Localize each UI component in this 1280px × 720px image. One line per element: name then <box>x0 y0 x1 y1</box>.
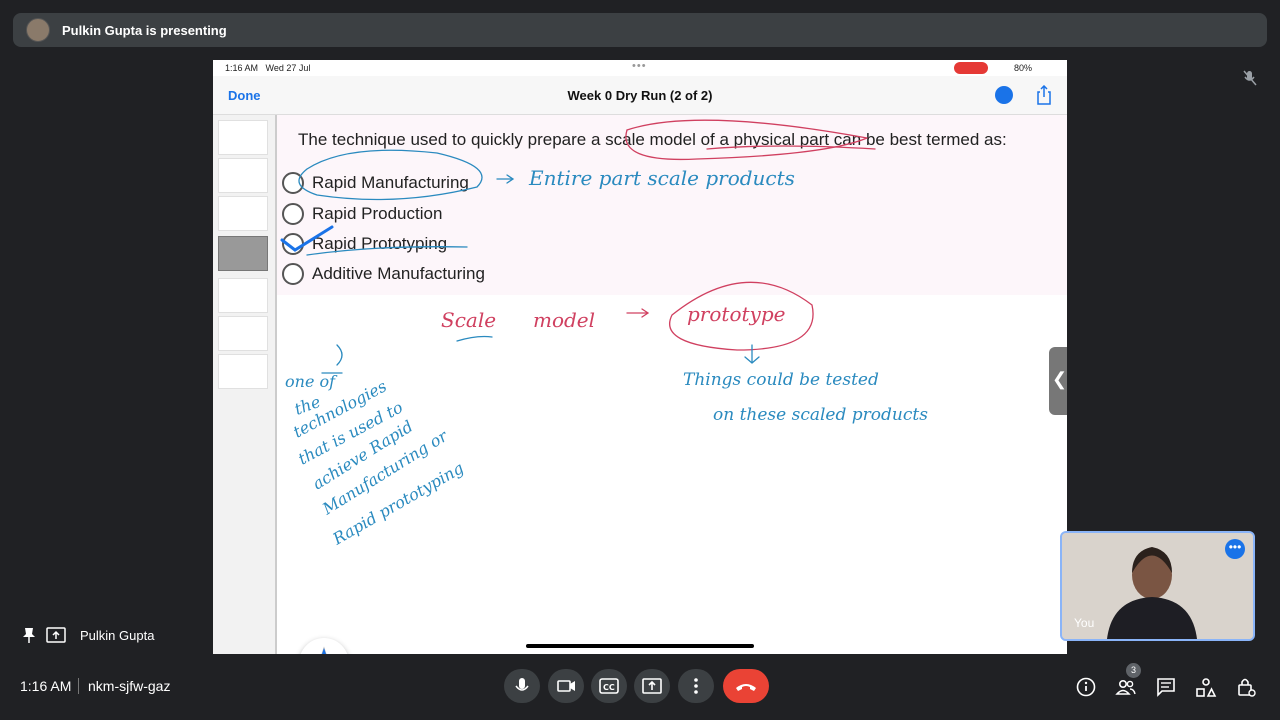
chat-icon[interactable] <box>1155 676 1177 698</box>
pencil-tool-button[interactable] <box>299 638 349 654</box>
presenter-name: Pulkin Gupta <box>80 627 155 643</box>
note-things-line1: Things could be tested <box>683 370 879 390</box>
meeting-code: nkm-sjfw-gaz <box>88 678 171 694</box>
more-options-button[interactable] <box>678 669 714 703</box>
recording-indicator <box>954 62 988 74</box>
thumbnail-page[interactable] <box>218 196 268 231</box>
captions-icon: CC <box>599 678 619 694</box>
note-entire-part: Entire part scale products <box>528 166 795 190</box>
home-indicator <box>526 644 754 648</box>
presenting-banner: Pulkin Gupta is presenting <box>13 13 1267 47</box>
host-controls-icon[interactable] <box>1235 676 1257 698</box>
activities-icon[interactable] <box>1195 676 1217 698</box>
note-things-line2: on these scaled products <box>713 405 928 425</box>
captions-button[interactable]: CC <box>591 669 627 703</box>
thumbnail-page[interactable] <box>218 354 268 389</box>
thumbnail-page[interactable] <box>218 158 268 193</box>
people-icon[interactable] <box>1115 676 1137 698</box>
thumbnail-page[interactable] <box>218 120 268 155</box>
chevron-left-icon: ❮ <box>1052 369 1067 389</box>
presenter-avatar <box>26 18 50 42</box>
note-model: model <box>533 308 595 332</box>
shared-screen: 1:16 AM Wed 27 Jul ••• 80% Done Week 0 D… <box>213 60 1067 654</box>
pencil-icon <box>321 646 327 654</box>
status-time: 1:16 AM Wed 27 Jul <box>225 63 311 73</box>
presenting-text: Pulkin Gupta is presenting <box>62 22 227 38</box>
sidebar-collapse-handle[interactable]: ❮ <box>1049 347 1067 415</box>
status-dots: ••• <box>632 60 647 72</box>
mic-button[interactable] <box>504 669 540 703</box>
thumbnail-page[interactable] <box>218 316 268 351</box>
markup-pen-icon[interactable] <box>995 86 1013 104</box>
thumbnail-page-selected[interactable] <box>218 236 268 271</box>
end-call-icon <box>736 684 756 691</box>
share-icon[interactable] <box>1035 85 1053 105</box>
presenter-label: Pulkin Gupta <box>22 627 154 643</box>
document-title: Week 0 Dry Run (2 of 2) <box>567 88 713 103</box>
svg-text:CC: CC <box>603 683 615 692</box>
note-scale: Scale <box>441 308 496 332</box>
more-icon <box>694 678 698 694</box>
page-thumbnails <box>213 115 277 654</box>
note-prototype: prototype <box>687 302 785 326</box>
ipad-status-bar: 1:16 AM Wed 27 Jul ••• 80% <box>213 60 1067 76</box>
self-view-tile[interactable]: ••• You <box>1060 531 1255 641</box>
camera-icon <box>557 680 575 692</box>
slide-canvas[interactable]: The technique used to quickly prepare a … <box>277 115 1067 654</box>
handwritten-annotations: Entire part scale products Scale model p… <box>280 119 928 549</box>
thumbnail-page[interactable] <box>218 278 268 313</box>
meeting-controls-bar: 1:16 AM nkm-sjfw-gaz CC 3 <box>0 663 1280 706</box>
meeting-time: 1:16 AM <box>20 678 72 694</box>
battery-level: 80% <box>1014 63 1033 73</box>
note-one-of: one of <box>285 372 338 391</box>
present-button[interactable] <box>634 669 670 703</box>
participants-count-badge: 3 <box>1126 663 1141 678</box>
present-icon <box>642 678 662 694</box>
camera-button[interactable] <box>548 669 584 703</box>
divider <box>78 678 79 694</box>
document-navbar: Done Week 0 Dry Run (2 of 2) <box>213 76 1067 115</box>
leave-call-button[interactable] <box>723 669 769 703</box>
present-screen-icon <box>46 627 66 643</box>
self-view-more-button[interactable]: ••• <box>1225 539 1245 559</box>
info-icon[interactable] <box>1075 676 1097 698</box>
pin-icon[interactable] <box>22 627 36 643</box>
mic-off-icon <box>1243 70 1257 86</box>
mic-icon <box>515 678 529 691</box>
self-view-label: You <box>1074 616 1095 630</box>
